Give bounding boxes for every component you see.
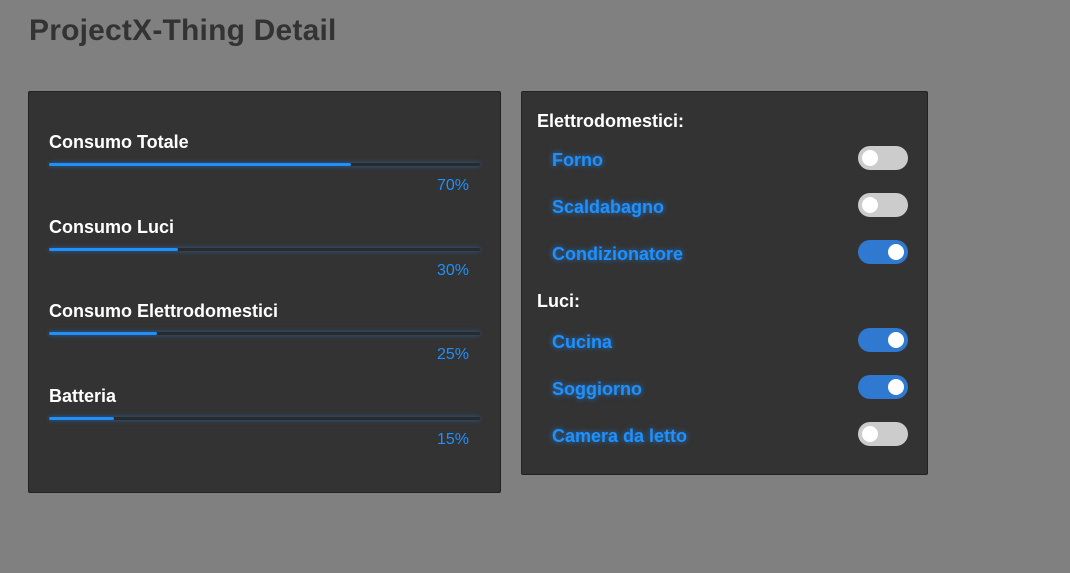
meter-value: 30% — [436, 262, 469, 279]
appliances-heading: Elettrodomestici: — [537, 111, 685, 131]
device-row-forno: Forno — [552, 146, 908, 176]
device-label: Condizionatore — [552, 244, 683, 264]
device-label: Forno — [552, 150, 603, 170]
progress-fill — [49, 163, 351, 166]
meter-consumo-elettrodomestici: Consumo Elettrodomestici 25% — [49, 301, 481, 371]
toggle-knob — [888, 244, 904, 260]
meter-label: Consumo Totale — [49, 132, 189, 152]
meter-label: Consumo Elettrodomestici — [49, 301, 279, 321]
progress-fill — [49, 332, 157, 335]
meter-label: Batteria — [49, 386, 117, 406]
device-label: Cucina — [552, 332, 613, 352]
meter-value: 25% — [436, 346, 469, 363]
camera-da-letto-toggle[interactable] — [858, 422, 908, 446]
device-label: Camera da letto — [552, 426, 688, 446]
device-row-condizionatore: Condizionatore — [552, 240, 908, 270]
page-title: ProjectX-Thing Detail — [29, 14, 337, 47]
toggle-knob — [862, 426, 878, 442]
device-row-cucina: Cucina — [552, 328, 908, 358]
forno-toggle[interactable] — [858, 146, 908, 170]
device-row-soggiorno: Soggiorno — [552, 375, 908, 405]
toggle-knob — [862, 197, 878, 213]
meter-batteria: Batteria 15% — [49, 386, 481, 456]
toggle-knob — [888, 379, 904, 395]
meter-consumo-luci: Consumo Luci 30% — [49, 217, 481, 287]
progress-track — [49, 417, 480, 420]
soggiorno-toggle[interactable] — [858, 375, 908, 399]
progress-track — [49, 163, 480, 166]
progress-track — [49, 248, 480, 251]
meter-label: Consumo Luci — [49, 217, 174, 237]
progress-fill — [49, 248, 179, 251]
device-row-camera-da-letto: Camera da letto — [552, 422, 908, 452]
meter-value: 70% — [436, 177, 469, 194]
toggle-knob — [862, 150, 878, 166]
device-label: Scaldabagno — [552, 197, 665, 217]
scaldabagno-toggle[interactable] — [858, 193, 908, 217]
toggle-knob — [888, 332, 904, 348]
progress-fill — [49, 417, 114, 420]
cucina-toggle[interactable] — [858, 328, 908, 352]
consumption-panel: Consumo Totale 70% Consumo Luci 30% Cons… — [28, 91, 501, 493]
meter-value: 15% — [436, 431, 469, 448]
meter-consumo-totale: Consumo Totale 70% — [49, 132, 481, 202]
devices-panel: Elettrodomestici: Forno Scaldabagno Cond… — [521, 91, 928, 475]
condizionatore-toggle[interactable] — [858, 240, 908, 264]
progress-track — [49, 332, 480, 335]
device-row-scaldabagno: Scaldabagno — [552, 193, 908, 223]
lights-heading: Luci: — [537, 291, 580, 311]
device-label: Soggiorno — [552, 379, 642, 399]
